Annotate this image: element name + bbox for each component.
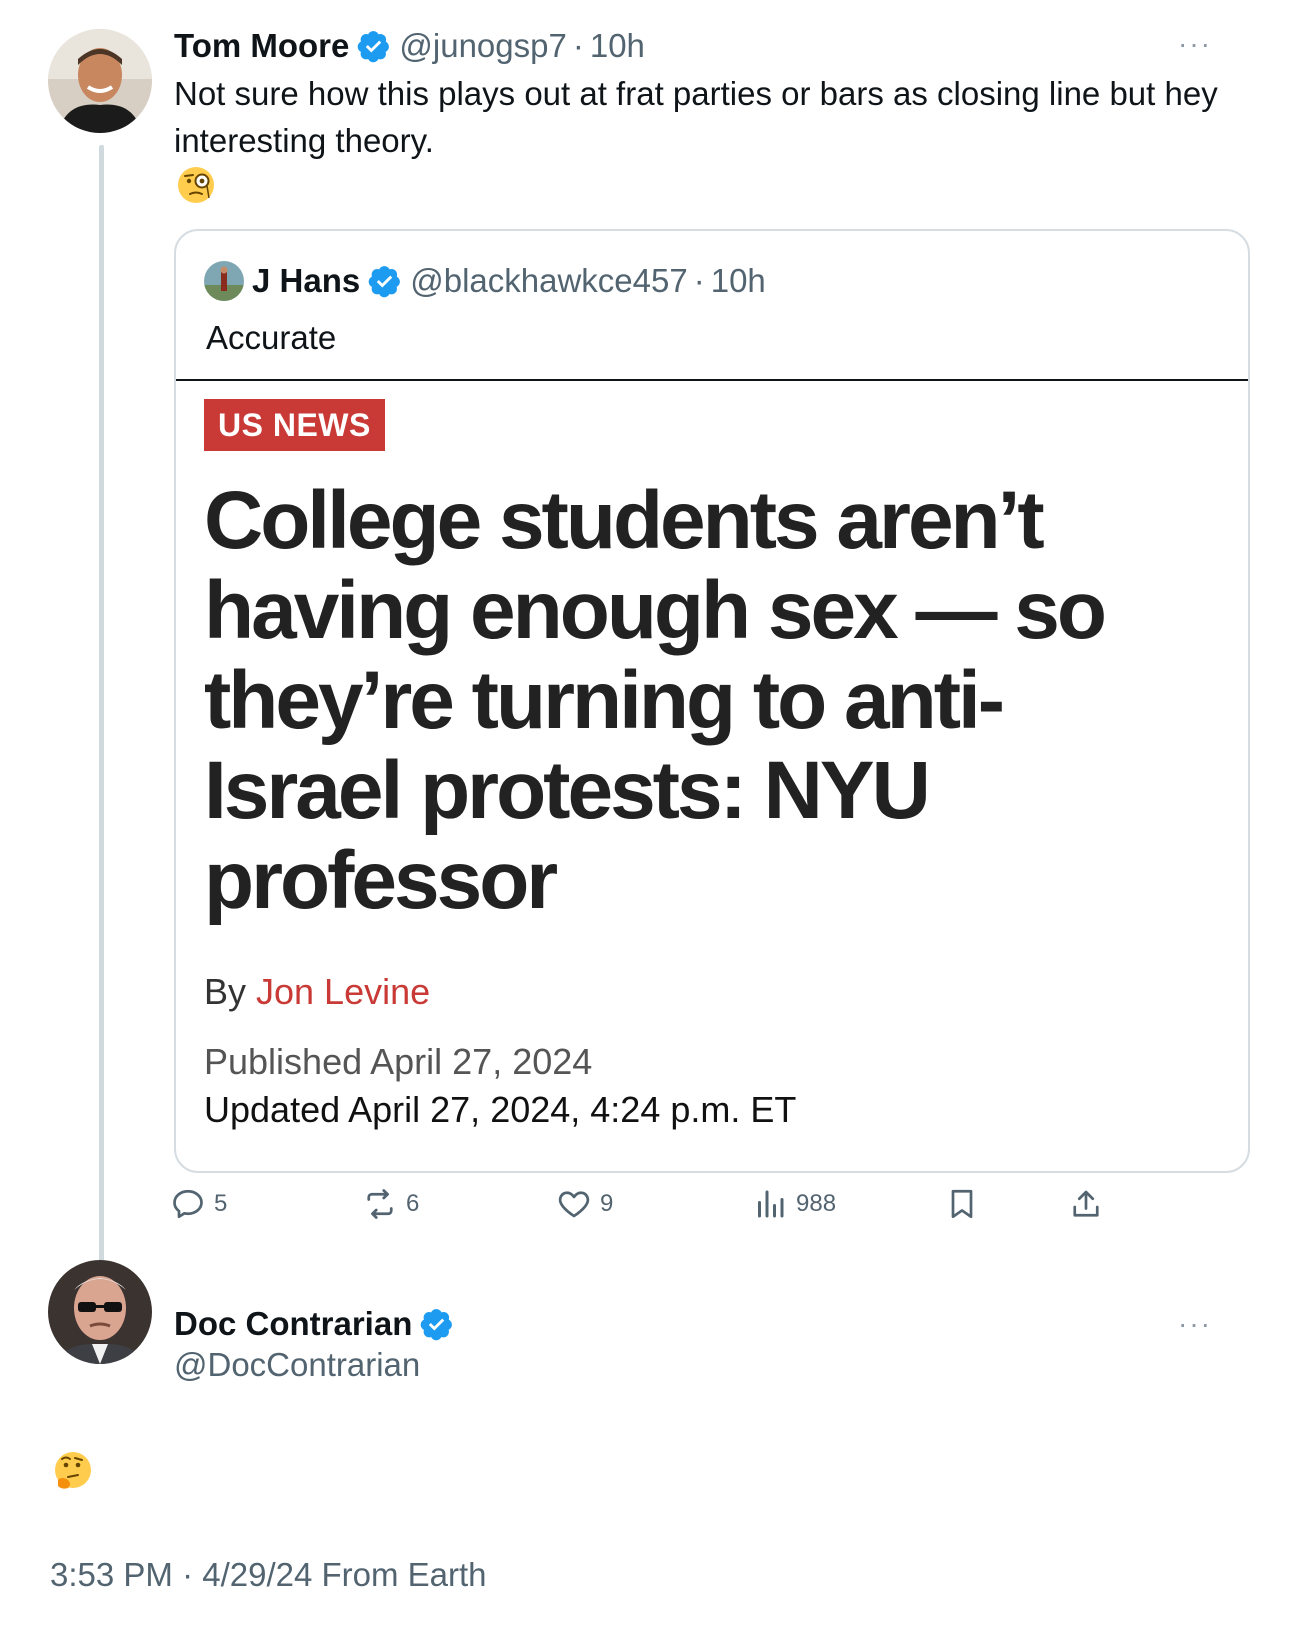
tweet2-handle[interactable]: @DocContrarian (174, 1346, 420, 1384)
views-button[interactable]: 988 (752, 1186, 836, 1222)
face-with-monocle-icon (178, 167, 214, 203)
tweet2-timestamp[interactable]: 3:53 PM · 4/29/24 From Earth (50, 1556, 487, 1594)
quote-separator: · (693, 262, 705, 299)
bookmark-button[interactable] (944, 1186, 988, 1222)
quote-author-name[interactable]: J Hans (252, 262, 360, 300)
reply-count: 5 (214, 1190, 228, 1217)
reply-button[interactable]: 5 (170, 1186, 227, 1222)
quote-handle[interactable]: @blackhawkce457 (410, 262, 688, 300)
verified-badge-icon (368, 266, 401, 298)
article-section-tag: US NEWS (204, 399, 385, 451)
repost-icon (367, 1189, 393, 1219)
analytics-bars-icon (758, 1190, 784, 1218)
article-headline: College students aren’t having enough se… (204, 475, 1107, 926)
like-count: 9 (600, 1190, 614, 1217)
tweet1-separator: · (572, 27, 584, 64)
share-icon (1073, 1190, 1099, 1217)
tweet1-author-name[interactable]: Tom Moore (174, 27, 349, 65)
tweet1-more-options-icon[interactable]: ··· (1178, 28, 1212, 60)
tom-moore-avatar[interactable] (48, 29, 152, 133)
repost-count: 6 (406, 1190, 420, 1217)
tweet1-header: Tom Moore @junogsp7 · 10h (174, 24, 645, 68)
tweet2-header: Doc Contrarian (174, 1302, 462, 1346)
reply-icon (173, 1189, 203, 1219)
thread-connector-line (99, 145, 104, 1273)
heart-icon (558, 1191, 590, 1218)
doc-contrarian-avatar[interactable] (48, 1260, 152, 1364)
share-button[interactable] (1068, 1186, 1112, 1222)
view-count: 988 (796, 1190, 837, 1217)
tweet1-text: Not sure how this plays out at frat part… (174, 75, 1218, 159)
quote-text: Accurate (206, 319, 337, 356)
repost-button[interactable]: 6 (362, 1186, 419, 1222)
tweet1-action-bar: 5 6 9 988 (173, 1186, 1134, 1236)
quote-time[interactable]: 10h (711, 262, 766, 300)
like-button[interactable]: 9 (556, 1186, 613, 1222)
tweet2-more-options-icon[interactable]: ··· (1178, 1308, 1212, 1340)
verified-badge-icon (421, 1309, 453, 1341)
quoted-tweet-card[interactable]: J Hans @blackhawkce457 · 10h Accurate US… (174, 229, 1250, 1173)
quote-header: J Hans @blackhawkce457 · 10h (204, 259, 766, 303)
tweet1-handle[interactable]: @junogsp7 (399, 27, 566, 65)
thinking-face-icon (55, 1452, 91, 1489)
quote-media-divider (176, 379, 1248, 381)
tweet1-time[interactable]: 10h (590, 27, 645, 65)
tweet2-author-name[interactable]: Doc Contrarian (174, 1305, 412, 1343)
j-hans-avatar[interactable] (204, 261, 244, 301)
article-byline: By Jon Levine (204, 971, 430, 1013)
byline-label: By (204, 971, 257, 1012)
article-updated-date: Updated April 27, 2024, 4:24 p.m. ET (204, 1089, 797, 1130)
article-author: Jon Levine (256, 971, 431, 1012)
article-published-date: Published April 27, 2024 (204, 1041, 593, 1082)
verified-badge-icon (358, 31, 390, 63)
bookmark-icon (951, 1189, 973, 1219)
